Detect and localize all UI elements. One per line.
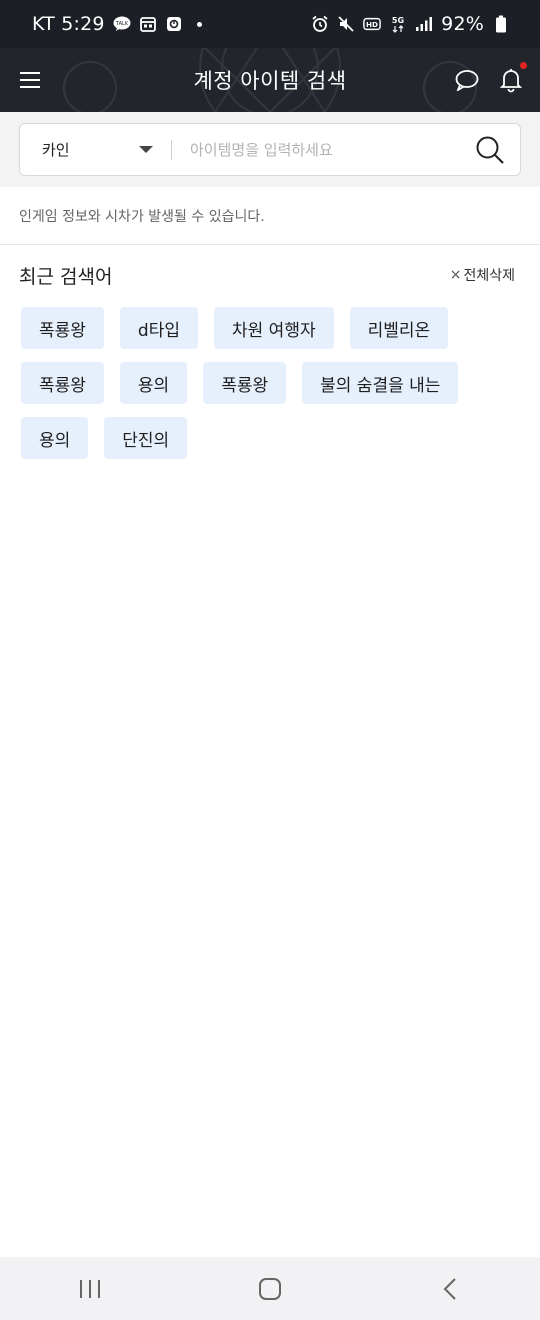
recent-keyword-chip[interactable]: 용의	[119, 362, 188, 404]
5g-icon: 5G	[389, 15, 407, 33]
recent-keyword-chip[interactable]: 폭룡왕	[21, 362, 104, 404]
search-box: 카인	[19, 123, 521, 176]
system-nav-bar	[0, 1257, 540, 1320]
bell-icon	[499, 69, 523, 93]
status-left: KT 5:29 TALK	[32, 13, 202, 35]
notification-dot-icon	[196, 21, 202, 27]
chevron-down-icon	[139, 146, 153, 153]
hd-icon: HD	[363, 15, 381, 33]
svg-text:TALK: TALK	[115, 21, 129, 27]
back-icon	[443, 1277, 456, 1300]
recent-apps-icon	[80, 1279, 100, 1298]
recent-keyword-chip[interactable]: 차원 여행자	[214, 307, 334, 349]
svg-text:HD: HD	[366, 20, 378, 29]
close-icon: ×	[449, 267, 462, 283]
battery-icon	[492, 15, 510, 33]
back-button[interactable]	[420, 1264, 480, 1314]
sync-notice: 인게임 정보와 시차가 발생될 수 있습니다.	[0, 187, 540, 245]
calendar-icon	[139, 15, 157, 33]
mute-icon	[337, 15, 355, 33]
recent-keyword-chip[interactable]: 단진의	[104, 417, 188, 459]
recent-searches-title: 최근 검색어	[19, 265, 113, 288]
search-button[interactable]	[460, 124, 520, 175]
recent-searches-header: 최근 검색어 × 전체삭제	[0, 256, 540, 294]
battery-percent: 92%	[441, 13, 484, 35]
notification-badge	[520, 62, 527, 69]
home-icon	[259, 1277, 281, 1300]
page: KT 5:29 TALK HD 5G 92% 계정 아이템 검색 카인 아이템명…	[0, 0, 540, 1320]
app-header: 계정 아이템 검색	[0, 48, 540, 112]
recent-keyword-chip[interactable]: 폭룡왕	[203, 362, 287, 404]
recent-apps-button[interactable]	[60, 1264, 120, 1314]
notification-button[interactable]	[495, 62, 527, 96]
server-select[interactable]: 카인	[20, 124, 171, 175]
home-button[interactable]	[240, 1264, 300, 1314]
status-bar: KT 5:29 TALK HD 5G 92%	[0, 0, 540, 48]
talk-icon: TALK	[113, 15, 131, 33]
status-right: HD 5G 92%	[311, 13, 510, 35]
app-icon	[165, 15, 183, 33]
server-select-value: 카인	[42, 141, 70, 159]
recent-keyword-chip[interactable]: 폭룡왕	[21, 307, 104, 349]
clear-all-button[interactable]: × 전체삭제	[450, 265, 515, 285]
alarm-icon	[311, 15, 329, 33]
search-area: 카인	[0, 112, 540, 187]
recent-keyword-chip[interactable]: 리벨리온	[349, 307, 449, 349]
clear-all-label: 전체삭제	[463, 268, 515, 284]
carrier-time: KT 5:29	[32, 13, 105, 35]
recent-keyword-chip[interactable]: d타입	[119, 307, 198, 349]
svg-text:5G: 5G	[392, 16, 404, 25]
recent-keyword-list: 폭룡왕 d타입 차원 여행자 리벨리온 폭룡왕 용의 폭룡왕 불의 숨결을 내는…	[21, 307, 521, 459]
chat-bubble-icon	[455, 70, 479, 91]
chat-button[interactable]	[451, 64, 483, 96]
recent-keyword-chip[interactable]: 용의	[21, 417, 89, 459]
signal-icon	[415, 15, 433, 33]
search-input[interactable]	[172, 124, 460, 175]
recent-keyword-chip[interactable]: 불의 숨결을 내는	[302, 362, 459, 404]
search-icon	[476, 136, 504, 164]
